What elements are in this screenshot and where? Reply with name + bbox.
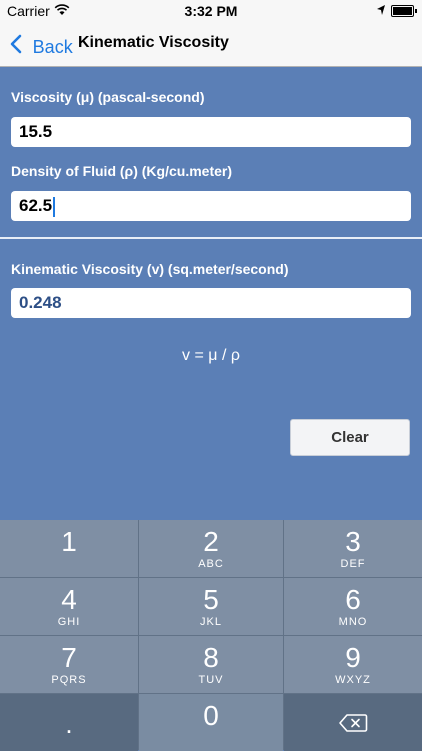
backspace-button[interactable] [284,694,422,751]
key-number: 5 [203,584,219,615]
clock: 3:32 PM [184,3,238,19]
chevron-left-icon [10,33,29,60]
key-8[interactable]: 8 TUV [139,636,283,693]
result-label: Kinematic Viscosity (v) (sq.meter/second… [11,261,289,277]
key-number: 3 [345,526,361,557]
key-number: 7 [61,642,77,673]
key-6[interactable]: 6 MNO [284,578,422,635]
formula-text: v = μ / ρ [182,347,240,364]
key-2[interactable]: 2 ABC [139,520,283,577]
key-4[interactable]: 4 GHI [0,578,138,635]
viscosity-value: 15.5 [19,122,53,141]
section-divider [0,237,422,239]
status-bar: Carrier 3:32 PM [0,0,422,22]
back-label: Back [32,37,73,57]
key-number: 6 [345,584,361,615]
battery-icon [391,5,417,17]
result-output: 0.248 [11,288,411,318]
key-letters: ABC [198,558,224,570]
navigation-bar: Back Kinematic Viscosity [0,22,422,67]
key-number: 4 [61,584,77,615]
density-label: Density of Fluid (ρ) (Kg/cu.meter) [11,163,232,179]
key-number: 1 [61,526,77,557]
key-number: 2 [203,526,219,557]
key-9[interactable]: 9 WXYZ [284,636,422,693]
key-7[interactable]: 7 PQRS [0,636,138,693]
key-number: . [65,709,73,739]
key-letters: DEF [340,558,366,570]
viscosity-label: Viscosity (μ) (pascal-second) [11,89,205,105]
key-letters: JKL [200,616,222,628]
density-input[interactable]: 62.5 [11,191,411,221]
key-letters: GHI [57,616,81,628]
clear-button[interactable]: Clear [290,419,410,456]
result-value: 0.248 [19,293,62,312]
key-0[interactable]: 0 [139,694,283,751]
key-number: 8 [203,642,219,673]
key-letters: MNO [338,616,368,628]
key-number: 9 [345,642,361,673]
text-cursor [53,196,56,217]
key-letters: WXYZ [335,674,371,686]
key-1[interactable]: 1 [0,520,138,577]
back-button[interactable]: Back [10,32,73,60]
numeric-keypad: 1 2 ABC 3 DEF 4 GHI 5 JKL 6 MNO 7 PQRS 8… [0,520,422,751]
key-decimal[interactable]: . [0,694,138,751]
key-3[interactable]: 3 DEF [284,520,422,577]
density-value: 62.5 [19,196,53,215]
backspace-icon [339,714,368,732]
key-number: 0 [203,700,219,731]
location-arrow-icon [376,3,386,19]
key-letters: PQRS [51,674,87,686]
page-title: Kinematic Viscosity [78,34,229,51]
key-letters: TUV [198,674,224,686]
key-5[interactable]: 5 JKL [139,578,283,635]
viscosity-input[interactable]: 15.5 [11,117,411,147]
